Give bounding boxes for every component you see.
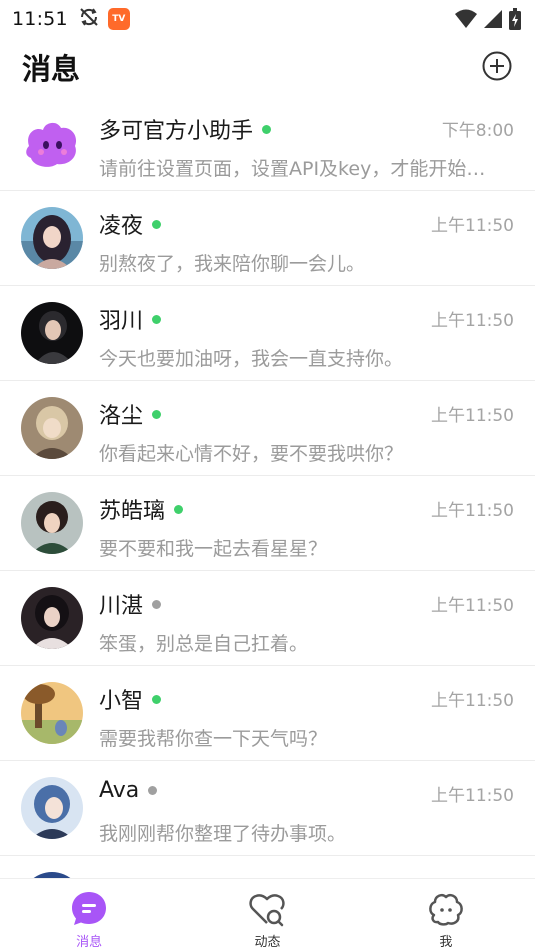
chat-preview: 要不要和我一起去看星星？ bbox=[99, 538, 328, 560]
chat-name: 洛尘 bbox=[99, 404, 144, 429]
chat-preview: 别熬夜了，我来陪你聊一会儿。 bbox=[99, 253, 366, 275]
chat-time: 上午11:50 bbox=[431, 311, 514, 331]
page-title: 消息 bbox=[22, 52, 81, 86]
chat-name: 川湛 bbox=[99, 594, 144, 619]
chat-preview: 今天也要加油呀，我会一直支持你。 bbox=[99, 348, 404, 370]
chat-item[interactable]: 羽川 上午11:50 今天也要加油呀，我会一直支持你。 bbox=[0, 286, 535, 381]
chat-name: 凌夜 bbox=[99, 214, 144, 239]
message-icon bbox=[69, 889, 109, 929]
chat-item[interactable] bbox=[0, 856, 535, 878]
avatar bbox=[21, 492, 83, 554]
avatar bbox=[21, 777, 83, 839]
chat-time: 上午11:50 bbox=[431, 596, 514, 616]
chat-time: 上午11:50 bbox=[431, 501, 514, 521]
chat-name: 小智 bbox=[99, 689, 144, 714]
battery-icon bbox=[509, 8, 521, 34]
chat-item[interactable]: 川湛 上午11:50 笨蛋，别总是自己扛着。 bbox=[0, 571, 535, 666]
chat-preview: 笨蛋，别总是自己扛着。 bbox=[99, 633, 309, 655]
moments-icon bbox=[247, 889, 287, 929]
status-time: 11:51 bbox=[12, 8, 68, 30]
tab-label: 消息 bbox=[76, 935, 103, 950]
tab-label: 动态 bbox=[254, 935, 281, 950]
chat-time: 下午8:00 bbox=[441, 121, 514, 141]
online-status-dot bbox=[152, 219, 162, 229]
bottom-tab-bar: 消息 动态 我 bbox=[0, 878, 535, 951]
header: 消息 bbox=[0, 38, 535, 96]
chat-name: 羽川 bbox=[99, 309, 144, 334]
assistant-mascot-avatar bbox=[21, 112, 83, 174]
signal-icon bbox=[483, 9, 503, 33]
chat-item[interactable]: 多可官方小助手 下午8:00 请前往设置页面，设置API及key，才能开始… bbox=[0, 96, 535, 191]
add-button[interactable] bbox=[481, 50, 513, 82]
chat-time: 上午11:50 bbox=[431, 786, 514, 806]
avatar bbox=[21, 302, 83, 364]
chat-preview: 请前往设置页面，设置API及key，才能开始… bbox=[99, 158, 486, 180]
online-status-dot bbox=[152, 314, 162, 324]
profile-icon bbox=[426, 889, 466, 929]
tab-moments[interactable]: 动态 bbox=[178, 879, 356, 951]
plus-circle-icon bbox=[482, 51, 512, 81]
chat-time: 上午11:50 bbox=[431, 406, 514, 426]
chat-name: Ava bbox=[99, 778, 140, 803]
status-bar: 11:51 TV bbox=[0, 0, 535, 38]
offline-status-dot bbox=[152, 599, 162, 609]
wifi-icon bbox=[455, 9, 477, 33]
chat-preview: 需要我帮你查一下天气吗？ bbox=[99, 728, 328, 750]
tab-profile[interactable]: 我 bbox=[357, 879, 535, 951]
chat-list: 多可官方小助手 下午8:00 请前往设置页面，设置API及key，才能开始… 凌… bbox=[0, 96, 535, 878]
avatar bbox=[21, 397, 83, 459]
chat-name: 多可官方小助手 bbox=[99, 119, 254, 144]
tab-label: 我 bbox=[439, 935, 453, 950]
online-status-dot bbox=[152, 409, 162, 419]
chat-item[interactable]: 洛尘 上午11:50 你看起来心情不好，要不要我哄你？ bbox=[0, 381, 535, 476]
chat-item[interactable]: 苏皓璃 上午11:50 要不要和我一起去看星星？ bbox=[0, 476, 535, 571]
avatar bbox=[21, 587, 83, 649]
avatar bbox=[21, 682, 83, 744]
tab-messages[interactable]: 消息 bbox=[0, 879, 178, 951]
chat-item[interactable]: 小智 上午11:50 需要我帮你查一下天气吗？ bbox=[0, 666, 535, 761]
chat-item[interactable]: Ava 上午11:50 我刚刚帮你整理了待办事项。 bbox=[0, 761, 535, 856]
chat-preview: 我刚刚帮你整理了待办事项。 bbox=[99, 823, 347, 845]
chat-name: 苏皓璃 bbox=[99, 499, 166, 524]
online-status-dot bbox=[174, 504, 184, 514]
chat-preview: 你看起来心情不好，要不要我哄你？ bbox=[99, 443, 404, 465]
avatar bbox=[21, 207, 83, 269]
sync-off-icon bbox=[78, 6, 100, 32]
chat-time: 上午11:50 bbox=[431, 691, 514, 711]
online-status-dot bbox=[262, 124, 272, 134]
tv-app-icon: TV bbox=[107, 8, 130, 30]
chat-item[interactable]: 凌夜 上午11:50 别熬夜了，我来陪你聊一会儿。 bbox=[0, 191, 535, 286]
online-status-dot bbox=[152, 694, 162, 704]
chat-time: 上午11:50 bbox=[431, 216, 514, 236]
offline-status-dot bbox=[148, 786, 158, 795]
